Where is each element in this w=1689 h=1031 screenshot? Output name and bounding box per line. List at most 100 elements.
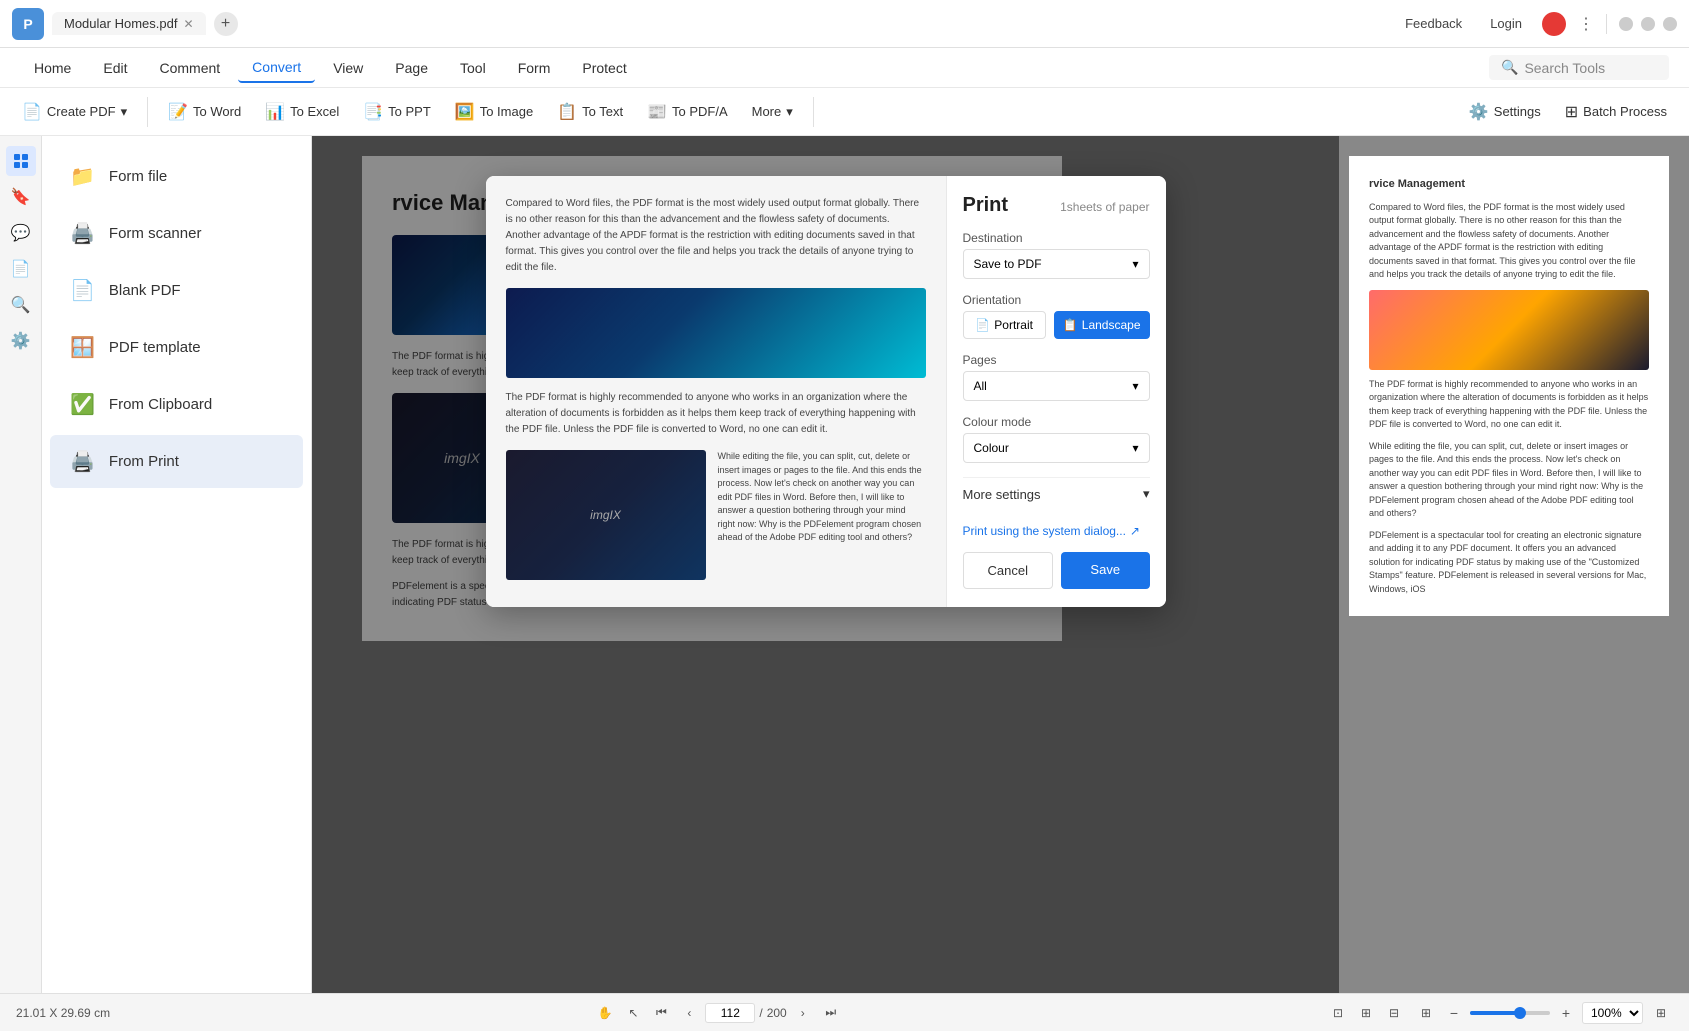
more-settings-chevron: ▾ (1143, 486, 1150, 502)
print-settings-panel: Print 1sheets of paper Destination Save … (946, 176, 1166, 607)
first-page-button[interactable]: ⏮ (649, 1001, 673, 1025)
panel-item-from-print[interactable]: 🖨️ From Print (50, 435, 303, 488)
sidebar-icon-pages[interactable]: 📄 (6, 254, 36, 284)
to-image-button[interactable]: 🖼️ To Image (445, 96, 543, 128)
colour-select[interactable]: Colour ▾ (963, 433, 1150, 463)
batch-process-icon: ⊞ (1565, 102, 1578, 122)
feedback-button[interactable]: Feedback (1397, 12, 1470, 35)
navigation-controls: ✋ ↖ ⏮ ‹ / 200 › ⏭ (593, 1001, 842, 1025)
zoom-level-select[interactable]: 100% 75% 125% 150% (1582, 1002, 1643, 1024)
pdf-right-page: rvice Management Compared to Word files,… (1349, 156, 1669, 616)
layout-icon[interactable]: ⊞ (1649, 1001, 1673, 1025)
batch-process-button[interactable]: ⊞ Batch Process (1555, 96, 1677, 128)
zoom-in-button[interactable]: + (1556, 1003, 1576, 1023)
panel-item-pdf-template[interactable]: 🪟 PDF template (50, 321, 303, 374)
panel-item-blank-pdf[interactable]: 📄 Blank PDF (50, 264, 303, 317)
last-page-button[interactable]: ⏭ (819, 1001, 843, 1025)
fit-page-icon[interactable]: ⊡ (1326, 1001, 1350, 1025)
sidebar-icon-comment[interactable]: 💬 (6, 218, 36, 248)
preview-image-2: imgIX (506, 450, 706, 580)
portrait-button[interactable]: 📄 Portrait (963, 311, 1046, 339)
right-image (1369, 290, 1649, 370)
page-number-input[interactable] (705, 1003, 755, 1023)
maximize-button[interactable] (1641, 17, 1655, 31)
left-panel: 📁 Form file 🖨️ Form scanner 📄 Blank PDF … (42, 136, 312, 993)
cancel-button[interactable]: Cancel (963, 552, 1054, 589)
menu-comment[interactable]: Comment (145, 54, 234, 82)
close-button[interactable] (1663, 17, 1677, 31)
zoom-track (1470, 1011, 1518, 1015)
colour-value: Colour (974, 441, 1009, 455)
to-ppt-button[interactable]: 📑 To PPT (353, 96, 441, 128)
sidebar-icon-bookmark[interactable]: 🔖 (6, 182, 36, 212)
destination-label: Destination (963, 231, 1150, 245)
panel-item-form-scanner[interactable]: 🖨️ Form scanner (50, 207, 303, 260)
menu-page[interactable]: Page (381, 54, 442, 82)
menu-view[interactable]: View (319, 54, 377, 82)
login-button[interactable]: Login (1482, 12, 1530, 35)
more-button[interactable]: More ▾ (742, 98, 803, 126)
select-tool-icon[interactable]: ↖ (621, 1001, 645, 1025)
landscape-label: Landscape (1082, 318, 1141, 332)
create-pdf-button[interactable]: 📄 Create PDF ▾ (12, 96, 137, 128)
sidebar-icon-view[interactable] (6, 146, 36, 176)
menu-form[interactable]: Form (504, 54, 565, 82)
close-tab-icon[interactable]: ✕ (183, 17, 193, 31)
menu-convert[interactable]: Convert (238, 53, 315, 83)
print-dialog: Compared to Word files, the PDF format i… (486, 176, 1166, 607)
view-controls: ⊡ ⊞ ⊟ (1326, 1001, 1406, 1025)
sidebar-icons: 🔖 💬 📄 🔍 ⚙️ (0, 136, 42, 993)
to-word-button[interactable]: 📝 To Word (158, 96, 251, 128)
right-heading: rvice Management (1369, 176, 1649, 193)
create-pdf-chevron: ▾ (121, 104, 128, 120)
panel-item-form-file[interactable]: 📁 Form file (50, 150, 303, 203)
search-tools[interactable]: 🔍 Search Tools (1489, 55, 1669, 80)
pdf-right-panel: rvice Management Compared to Word files,… (1339, 136, 1689, 993)
prev-page-button[interactable]: ‹ (677, 1001, 701, 1025)
pages-select[interactable]: All ▾ (963, 371, 1150, 401)
sidebar-icon-search[interactable]: 🔍 (6, 290, 36, 320)
menu-home[interactable]: Home (20, 54, 85, 82)
system-dialog-link[interactable]: Print using the system dialog... ↗ (963, 524, 1150, 538)
menu-tool[interactable]: Tool (446, 54, 500, 82)
settings-button[interactable]: ⚙️ Settings (1459, 96, 1551, 128)
sidebar-icon-tools[interactable]: ⚙️ (6, 326, 36, 356)
tab-active[interactable]: Modular Homes.pdf ✕ (52, 12, 206, 35)
menu-edit[interactable]: Edit (89, 54, 141, 82)
page-dimensions: 21.01 X 29.69 cm (16, 1006, 110, 1020)
more-options-icon[interactable]: ⋮ (1578, 14, 1594, 34)
zoom-out-button[interactable]: − (1444, 1003, 1464, 1023)
next-page-button[interactable]: › (791, 1001, 815, 1025)
to-word-label: To Word (193, 104, 241, 119)
to-pdfa-button[interactable]: 📰 To PDF/A (637, 96, 738, 128)
status-bar: 21.01 X 29.69 cm ✋ ↖ ⏮ ‹ / 200 › ⏭ ⊡ ⊞ ⊟… (0, 993, 1689, 1031)
app-logo: P (12, 8, 44, 40)
new-tab-button[interactable]: + (214, 12, 238, 36)
window-controls (1619, 17, 1677, 31)
hand-tool-icon[interactable]: ✋ (593, 1001, 617, 1025)
save-button[interactable]: Save (1061, 552, 1150, 589)
zoom-thumb[interactable] (1514, 1007, 1526, 1019)
fit-width-icon[interactable]: ⊞ (1354, 1001, 1378, 1025)
from-print-icon: 🖨️ (70, 449, 95, 474)
to-excel-button[interactable]: 📊 To Excel (255, 96, 349, 128)
panel-item-from-clipboard[interactable]: ✅ From Clipboard (50, 378, 303, 431)
landscape-button[interactable]: 📋 Landscape (1054, 311, 1150, 339)
blank-pdf-label: Blank PDF (109, 282, 181, 299)
to-text-button[interactable]: 📋 To Text (547, 96, 633, 128)
pages-section: Pages All ▾ (963, 353, 1150, 401)
minimize-button[interactable] (1619, 17, 1633, 31)
grid-view-icon[interactable]: ⊞ (1414, 1001, 1438, 1025)
to-image-icon: 🖼️ (455, 102, 475, 122)
search-placeholder: Search Tools (1524, 60, 1605, 76)
more-settings-row[interactable]: More settings ▾ (963, 477, 1150, 510)
pdf-template-icon: 🪟 (70, 335, 95, 360)
destination-select[interactable]: Save to PDF ▾ (963, 249, 1150, 279)
zoom-slider[interactable] (1470, 1011, 1550, 1015)
menu-protect[interactable]: Protect (568, 54, 640, 82)
create-pdf-icon: 📄 (22, 102, 42, 122)
rotate-icon[interactable]: ⊟ (1382, 1001, 1406, 1025)
system-dialog-label: Print using the system dialog... (963, 524, 1126, 538)
user-avatar[interactable] (1542, 12, 1566, 36)
orientation-label: Orientation (963, 293, 1150, 307)
